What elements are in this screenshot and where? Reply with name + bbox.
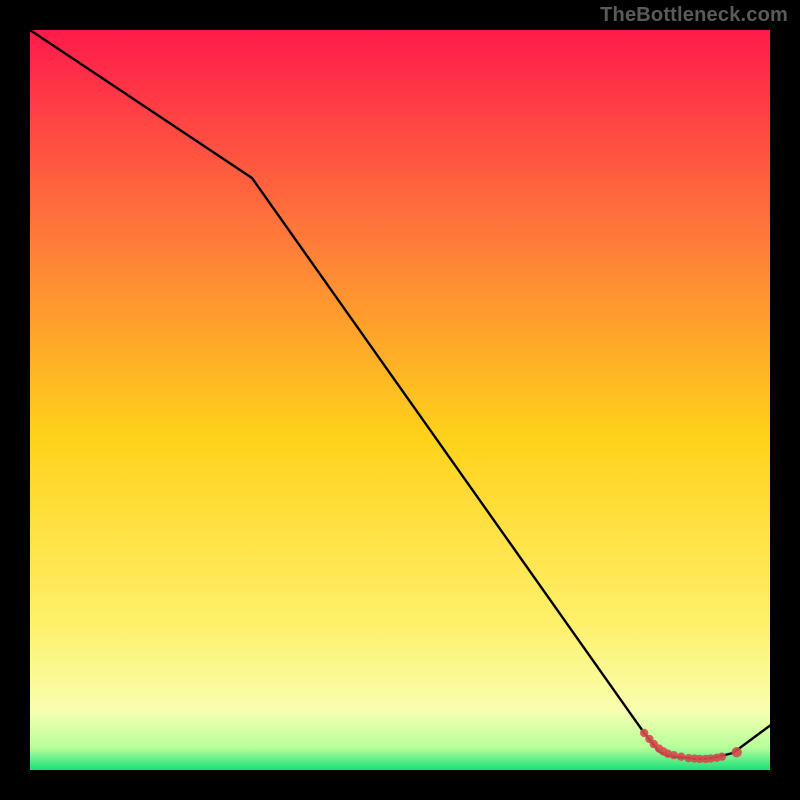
- gradient-background: [30, 30, 770, 770]
- data-marker: [677, 752, 685, 760]
- data-marker: [718, 752, 726, 760]
- watermark-text: TheBottleneck.com: [600, 4, 788, 27]
- plot-area: [30, 30, 770, 770]
- data-marker: [732, 747, 742, 757]
- stage: TheBottleneck.com: [0, 0, 800, 800]
- chart-svg: [30, 30, 770, 770]
- data-marker: [670, 751, 678, 759]
